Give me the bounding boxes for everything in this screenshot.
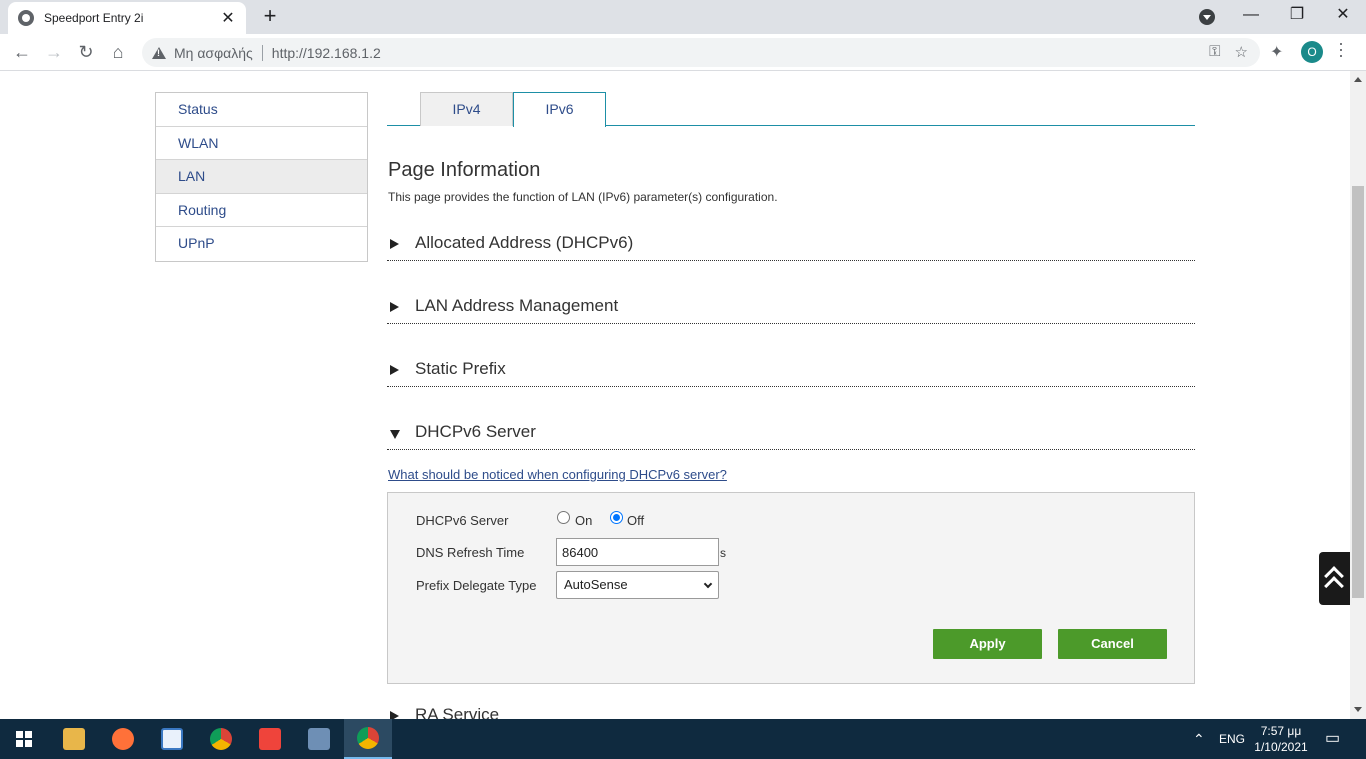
language-indicator[interactable]: ENG	[1219, 719, 1245, 759]
back-icon[interactable]: ←	[8, 38, 36, 66]
insecure-label[interactable]: Μη ασφαλής	[174, 45, 253, 61]
scroll-up-icon[interactable]	[1354, 77, 1362, 82]
sidebar-item-lan[interactable]: LAN	[156, 160, 367, 194]
scroll-down-icon[interactable]	[1354, 707, 1362, 712]
expand-arrow-icon[interactable]	[390, 365, 399, 375]
scrollbar-thumb[interactable]	[1352, 186, 1364, 598]
apply-button[interactable]: Apply	[933, 629, 1042, 659]
avatar[interactable]: O	[1301, 41, 1323, 63]
document-icon[interactable]	[161, 728, 183, 750]
new-tab-button[interactable]: +	[258, 4, 282, 28]
warning-icon[interactable]	[152, 46, 166, 59]
browser-toolbar: ← → ↻ ⌂ Μη ασφαλής http://192.168.1.2 ⚿ …	[0, 34, 1366, 71]
chrome-button[interactable]	[197, 719, 245, 759]
section-static-prefix[interactable]: Static Prefix	[387, 357, 1195, 387]
browser-tab[interactable]: Speedport Entry 2i ✕	[8, 2, 246, 34]
dhcpv6-form: DHCPv6 Server On Off DNS Refresh Time s …	[387, 492, 1195, 684]
chevron-down-icon[interactable]	[703, 579, 713, 589]
section-title[interactable]: RA Service	[415, 705, 499, 719]
tab-title: Speedport Entry 2i	[44, 11, 144, 25]
dns-refresh-input[interactable]	[556, 538, 719, 566]
prefix-delegate-value[interactable]: AutoSense	[564, 577, 628, 592]
dns-unit: s	[720, 546, 726, 560]
tab-ipv4[interactable]: IPv4	[420, 92, 513, 126]
ip-version-tabs: IPv4 IPv6	[387, 92, 1195, 127]
browser-tab-strip: Speedport Entry 2i ✕ + — ❐ ✕	[0, 0, 1366, 34]
dhcpv6-server-label: DHCPv6 Server	[416, 513, 509, 528]
dns-refresh-label: DNS Refresh Time	[416, 545, 525, 560]
network-app-button[interactable]	[295, 719, 343, 759]
tray-expand-icon[interactable]: ⌃	[1193, 719, 1205, 759]
sidebar-item-routing[interactable]: Routing	[156, 193, 367, 227]
section-ra-service[interactable]: RA Service	[387, 703, 1195, 719]
sidebar-item-status[interactable]: Status	[156, 93, 367, 127]
windows-icon[interactable]	[16, 731, 32, 747]
page-title: Page Information	[388, 159, 541, 181]
prefix-delegate-label: Prefix Delegate Type	[416, 578, 537, 593]
page-description: This page provides the function of LAN (…	[388, 190, 778, 204]
home-icon[interactable]: ⌂	[104, 38, 132, 66]
page-scrollbar[interactable]	[1350, 71, 1366, 719]
sidebar-item-wlan[interactable]: WLAN	[156, 126, 367, 160]
off-label[interactable]: Off	[627, 513, 644, 528]
section-title[interactable]: LAN Address Management	[415, 296, 618, 316]
minimize-button[interactable]: —	[1228, 0, 1274, 32]
prefix-delegate-select[interactable]: AutoSense	[556, 571, 719, 599]
chrome-icon[interactable]	[357, 727, 379, 749]
firefox-icon[interactable]	[112, 728, 134, 750]
scroll-to-top-button[interactable]	[1319, 552, 1350, 605]
globe-icon	[18, 10, 34, 26]
collapse-arrow-icon[interactable]	[390, 430, 400, 439]
star-icon[interactable]: ☆	[1235, 43, 1248, 61]
anydesk-button[interactable]	[246, 719, 294, 759]
extensions-icon[interactable]: ✦	[1270, 42, 1283, 62]
dhcpv6-off-radio[interactable]	[610, 511, 623, 524]
section-title[interactable]: Static Prefix	[415, 359, 506, 379]
file-explorer-button[interactable]	[50, 719, 98, 759]
clock[interactable]: 7:57 μμ 1/10/2021	[1250, 723, 1312, 755]
section-lan-address-management[interactable]: LAN Address Management	[387, 294, 1195, 324]
section-allocated-address[interactable]: Allocated Address (DHCPv6)	[387, 231, 1195, 261]
close-window-button[interactable]: ✕	[1320, 0, 1366, 32]
page-viewport: Status WLAN LAN Routing UPnP IPv4 IPv6 P…	[0, 71, 1350, 719]
key-icon[interactable]: ⚿	[1209, 43, 1220, 61]
anydesk-icon[interactable]	[259, 728, 281, 750]
tab-ipv6[interactable]: IPv6	[513, 92, 606, 127]
close-tab-icon[interactable]: ✕	[220, 8, 236, 28]
clock-date: 1/10/2021	[1254, 740, 1308, 754]
chrome-active-button[interactable]	[344, 719, 392, 759]
dhcpv6-help-link[interactable]: What should be noticed when configuring …	[388, 467, 727, 482]
url-text[interactable]: http://192.168.1.2	[272, 45, 381, 61]
restore-button[interactable]: ❐	[1274, 0, 1320, 32]
section-dhcpv6-server[interactable]: DHCPv6 Server	[387, 420, 1195, 450]
reload-icon[interactable]: ↻	[72, 38, 100, 66]
menu-icon[interactable]: · · ·	[1336, 34, 1346, 64]
forward-icon[interactable]: →	[40, 38, 68, 66]
cancel-button[interactable]: Cancel	[1058, 629, 1167, 659]
expand-arrow-icon[interactable]	[390, 711, 399, 719]
dhcpv6-on-radio[interactable]	[557, 511, 570, 524]
chrome-icon[interactable]	[210, 728, 232, 750]
start-button[interactable]	[0, 719, 48, 759]
divider	[261, 44, 263, 61]
sidebar-item-upnp[interactable]: UPnP	[156, 227, 367, 261]
notepad-button[interactable]	[148, 719, 196, 759]
notifications-icon[interactable]: ▭	[1325, 719, 1340, 759]
expand-arrow-icon[interactable]	[390, 302, 399, 312]
tab-search-icon[interactable]	[1199, 9, 1215, 25]
windows-taskbar: ⌃ ENG 7:57 μμ 1/10/2021 ▭	[0, 719, 1366, 759]
side-navigation: Status WLAN LAN Routing UPnP	[155, 92, 368, 262]
on-label[interactable]: On	[575, 513, 592, 528]
network-icon[interactable]	[308, 728, 330, 750]
firefox-button[interactable]	[99, 719, 147, 759]
section-title[interactable]: Allocated Address (DHCPv6)	[415, 233, 633, 253]
expand-arrow-icon[interactable]	[390, 239, 399, 249]
address-bar[interactable]: Μη ασφαλής http://192.168.1.2 ⚿ ☆	[142, 38, 1260, 67]
clock-time: 7:57 μμ	[1260, 724, 1302, 738]
folder-icon[interactable]	[63, 728, 85, 750]
section-title[interactable]: DHCPv6 Server	[415, 422, 536, 442]
